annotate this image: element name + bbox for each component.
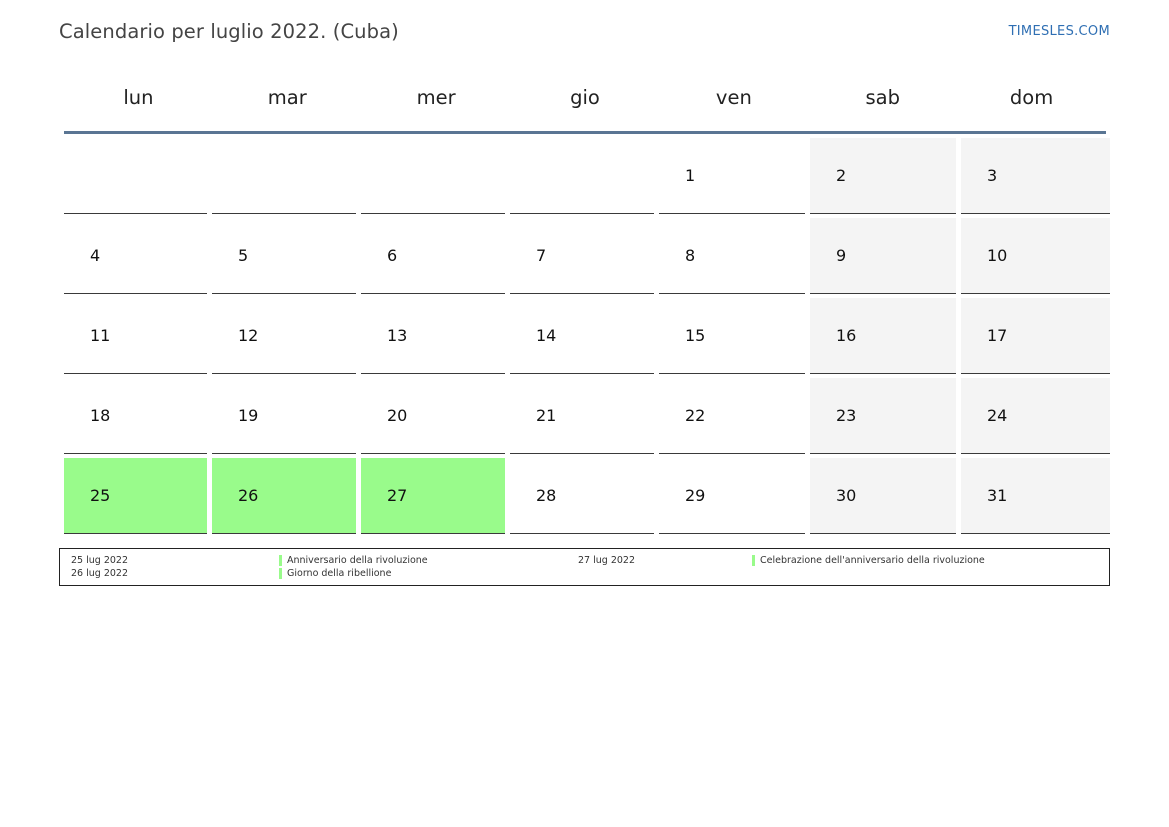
- day-cell[interactable]: 16: [810, 298, 956, 374]
- day-number: 11: [90, 326, 111, 345]
- day-number: 26: [238, 486, 259, 505]
- day-number: 9: [836, 246, 847, 265]
- weekday-mon: lun: [123, 86, 154, 109]
- day-cell[interactable]: 31: [961, 458, 1110, 534]
- day-number: 8: [685, 246, 696, 265]
- day-cell[interactable]: 13: [361, 298, 505, 374]
- day-cell[interactable]: 23: [810, 378, 956, 454]
- day-cell[interactable]: 9: [810, 218, 956, 294]
- day-cell[interactable]: 24: [961, 378, 1110, 454]
- empty-day-cell: [510, 138, 654, 214]
- day-cell[interactable]: 5: [212, 218, 356, 294]
- day-number: 19: [238, 406, 259, 425]
- day-number: 25: [90, 486, 111, 505]
- day-number: 18: [90, 406, 111, 425]
- weekday-fri: ven: [715, 86, 752, 109]
- day-cell[interactable]: 20: [361, 378, 505, 454]
- day-cell[interactable]: 17: [961, 298, 1110, 374]
- day-cell[interactable]: 1: [659, 138, 805, 214]
- page-title: Calendario per luglio 2022. (Cuba): [59, 20, 399, 43]
- day-cell[interactable]: 27: [361, 458, 505, 534]
- day-number: 29: [685, 486, 706, 505]
- weekday-sat: sab: [865, 86, 900, 109]
- legend-color-marker: [279, 568, 282, 579]
- legend-holiday-name: Anniversario della rivoluzione: [287, 555, 428, 566]
- day-number: 1: [685, 166, 696, 185]
- day-number: 4: [90, 246, 101, 265]
- day-cell[interactable]: 14: [510, 298, 654, 374]
- weekday-wed: mer: [416, 86, 456, 109]
- day-cell[interactable]: 18: [64, 378, 207, 454]
- day-number: 22: [685, 406, 706, 425]
- day-number: 21: [536, 406, 557, 425]
- day-number: 5: [238, 246, 249, 265]
- header-divider: [64, 131, 1106, 134]
- calendar-grid: 1 2 3 4 5 6 7 8 9 10 11 12 13 14 15 16 17 18 19 20 21 22 23 24 2…: [64, 138, 1110, 534]
- legend-date: 26 lug 2022: [71, 568, 128, 579]
- day-cell[interactable]: 19: [212, 378, 356, 454]
- day-cell[interactable]: 29: [659, 458, 805, 534]
- weekday-thu: gio: [570, 86, 600, 109]
- legend-color-marker: [752, 555, 755, 566]
- day-cell[interactable]: 26: [212, 458, 356, 534]
- day-number: 17: [987, 326, 1008, 345]
- day-number: 7: [536, 246, 547, 265]
- day-number: 23: [836, 406, 857, 425]
- day-cell[interactable]: 15: [659, 298, 805, 374]
- empty-day-cell: [361, 138, 505, 214]
- day-number: 31: [987, 486, 1008, 505]
- day-number: 28: [536, 486, 557, 505]
- weekday-header: lun mar mer gio ven sab dom: [64, 74, 1106, 132]
- day-cell[interactable]: 10: [961, 218, 1110, 294]
- site-link[interactable]: TIMESLES.COM: [1009, 24, 1110, 39]
- day-cell[interactable]: 25: [64, 458, 207, 534]
- legend-color-marker: [279, 555, 282, 566]
- day-cell[interactable]: 7: [510, 218, 654, 294]
- day-number: 15: [685, 326, 706, 345]
- day-cell[interactable]: 28: [510, 458, 654, 534]
- legend-date: 27 lug 2022: [578, 555, 635, 566]
- empty-day-cell: [212, 138, 356, 214]
- day-cell[interactable]: 21: [510, 378, 654, 454]
- day-cell[interactable]: 4: [64, 218, 207, 294]
- day-cell[interactable]: 11: [64, 298, 207, 374]
- day-cell[interactable]: 30: [810, 458, 956, 534]
- day-cell[interactable]: 6: [361, 218, 505, 294]
- day-cell[interactable]: 3: [961, 138, 1110, 214]
- day-number: 2: [836, 166, 847, 185]
- day-number: 30: [836, 486, 857, 505]
- empty-day-cell: [64, 138, 207, 214]
- day-number: 6: [387, 246, 398, 265]
- day-number: 20: [387, 406, 408, 425]
- day-number: 16: [836, 326, 857, 345]
- day-number: 27: [387, 486, 408, 505]
- day-cell[interactable]: 2: [810, 138, 956, 214]
- day-number: 14: [536, 326, 557, 345]
- weekday-tue: mar: [267, 86, 307, 109]
- day-cell[interactable]: 12: [212, 298, 356, 374]
- day-number: 3: [987, 166, 998, 185]
- day-number: 12: [238, 326, 259, 345]
- day-number: 24: [987, 406, 1008, 425]
- day-number: 10: [987, 246, 1008, 265]
- legend-date: 25 lug 2022: [71, 555, 128, 566]
- day-cell[interactable]: 22: [659, 378, 805, 454]
- legend-holiday-name: Celebrazione dell'anniversario della riv…: [760, 555, 985, 566]
- day-cell[interactable]: 8: [659, 218, 805, 294]
- legend-holiday-name: Giorno della ribellione: [287, 568, 392, 579]
- weekday-sun: dom: [1009, 86, 1054, 109]
- holiday-legend: 25 lug 2022 Anniversario della rivoluzio…: [59, 548, 1110, 586]
- day-number: 13: [387, 326, 408, 345]
